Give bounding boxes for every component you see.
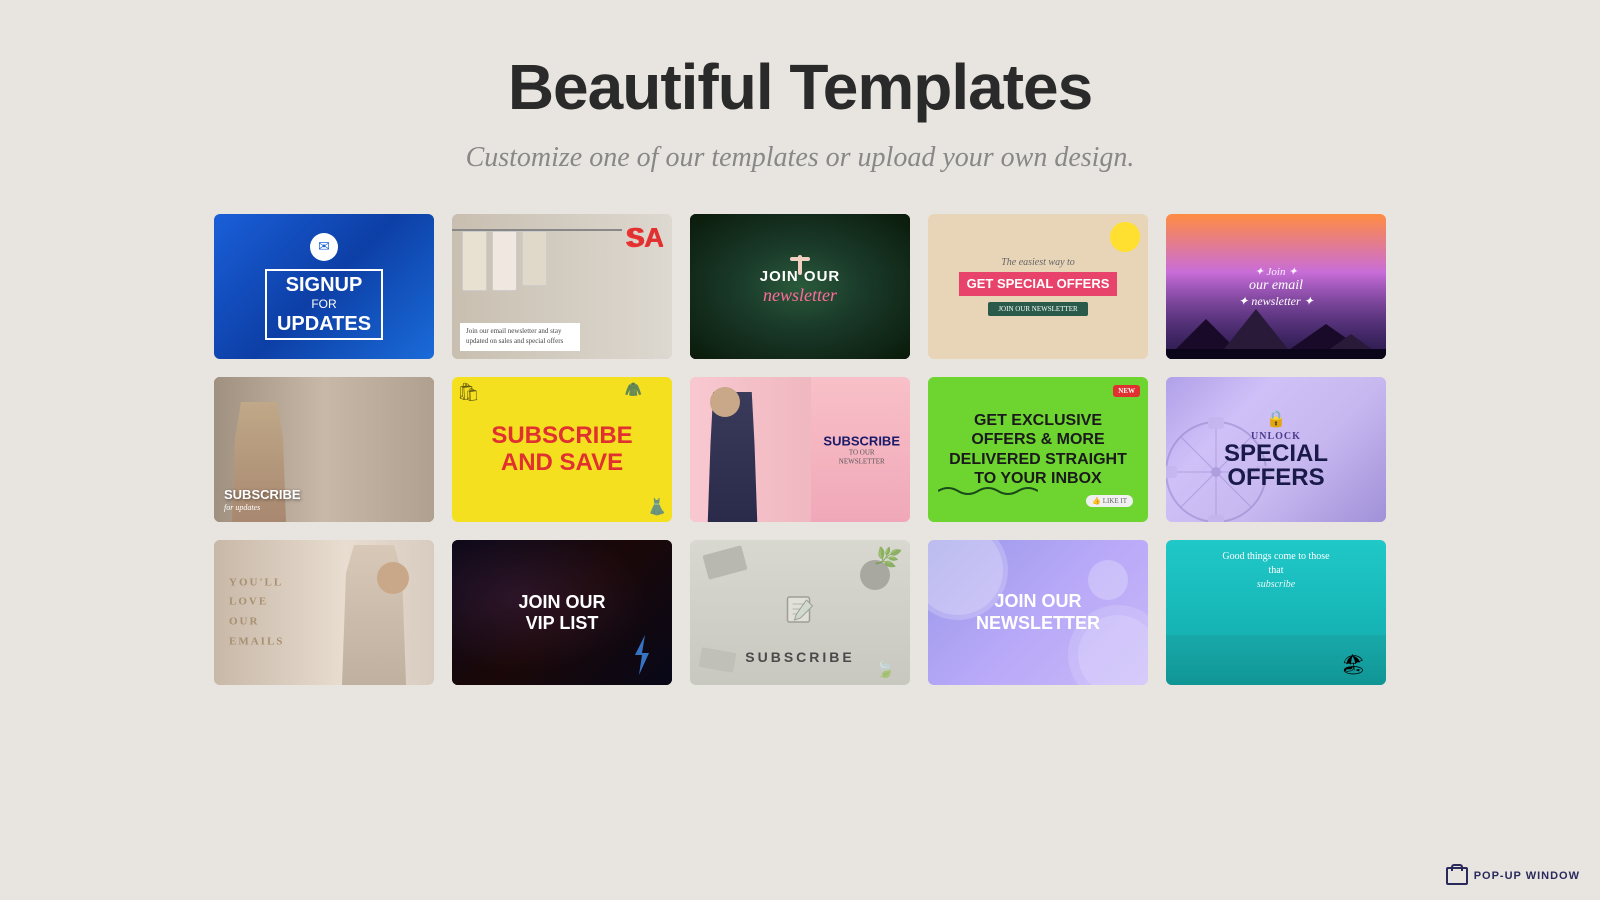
template-card-14[interactable]: JOIN OURNEWSLETTER	[928, 540, 1148, 685]
template-card-11[interactable]: YOU'LLLOVEOUREMAILS	[214, 540, 434, 685]
template-card-4[interactable]: The easiest way to GET SPECIAL OFFERS JO…	[928, 214, 1148, 359]
shopping-icon-3: 🧥	[625, 382, 642, 399]
template-card-6[interactable]: SUBSCRIBE for updates	[214, 377, 434, 522]
template-card-8[interactable]: SUBSCRIBE TO OURNEWSLETTER	[690, 377, 910, 522]
template-card-3[interactable]: JOIN OUR newsletter	[690, 214, 910, 359]
card11-text: YOU'LLLOVEOUREMAILS	[229, 573, 284, 652]
shopping-icon-1: 🛍	[457, 382, 480, 403]
template-grid: ✉ SIGNUPFORUPDATES SA Join our email new…	[194, 214, 1406, 685]
template-card-1[interactable]: ✉ SIGNUPFORUPDATES	[214, 214, 434, 359]
template-card-5[interactable]: ✦ Join ✦ our email ✦ newsletter ✦	[1166, 214, 1386, 359]
card9-text: GET EXCLUSIVEOFFERS & MOREDELIVERED STRA…	[941, 403, 1135, 496]
leaf-icon-2: 🍃	[873, 658, 896, 681]
template-card-13[interactable]: 🌿 🍃 SUBSCRIBE	[690, 540, 910, 685]
card6-subtext: for updates	[224, 503, 260, 512]
logo-area: POP-UP WINDOW	[1446, 867, 1580, 885]
page-title: Beautiful Templates	[508, 50, 1092, 124]
card12-text: JOIN OURVIP LIST	[518, 592, 605, 634]
card10-special-text: SPECIALOFFERS	[1224, 442, 1328, 490]
card5-text: ✦ Join ✦ our email ✦ newsletter ✦	[1238, 265, 1313, 309]
shopping-icon-2: 👗	[647, 497, 667, 517]
email-icon: ✉	[310, 233, 338, 261]
card14-text: JOIN OURNEWSLETTER	[976, 591, 1100, 634]
card9-like-badge: 👍 LIKE IT	[1086, 495, 1133, 507]
card2-bg: SA Join our email newsletter and stay up…	[452, 214, 672, 359]
card1-text: SIGNUPFORUPDATES	[265, 269, 383, 339]
card3-text: JOIN OUR newsletter	[760, 268, 841, 306]
page-subtitle: Customize one of our templates or upload…	[466, 142, 1135, 174]
template-card-2[interactable]: SA Join our email newsletter and stay up…	[452, 214, 672, 359]
card9-new-badge: NEW	[1113, 385, 1140, 397]
template-card-10[interactable]: 🔒 UNLOCK SPECIALOFFERS	[1166, 377, 1386, 522]
logo-text: POP-UP WINDOW	[1474, 870, 1580, 882]
card8-text: SUBSCRIBE TO OURNEWSLETTER	[823, 433, 900, 466]
card6-text: SUBSCRIBE	[224, 487, 301, 502]
page-wrapper: Beautiful Templates Customize one of our…	[0, 0, 1600, 900]
card15-text: Good things come to those that subscribe	[1216, 550, 1336, 592]
beach-icon: 🏖	[1341, 652, 1366, 677]
card13-text: SUBSCRIBE	[745, 649, 854, 665]
template-card-7[interactable]: 🛍 👗 🧥 SUBSCRIBEAND SAVE	[452, 377, 672, 522]
template-card-9[interactable]: NEW GET EXCLUSIVEOFFERS & MOREDELIVERED …	[928, 377, 1148, 522]
popup-window-icon	[1446, 867, 1468, 885]
template-card-12[interactable]: JOIN OURVIP LIST	[452, 540, 672, 685]
template-card-15[interactable]: 🏖 Good things come to those that subscri…	[1166, 540, 1386, 685]
card7-text: SUBSCRIBEAND SAVE	[491, 423, 632, 476]
